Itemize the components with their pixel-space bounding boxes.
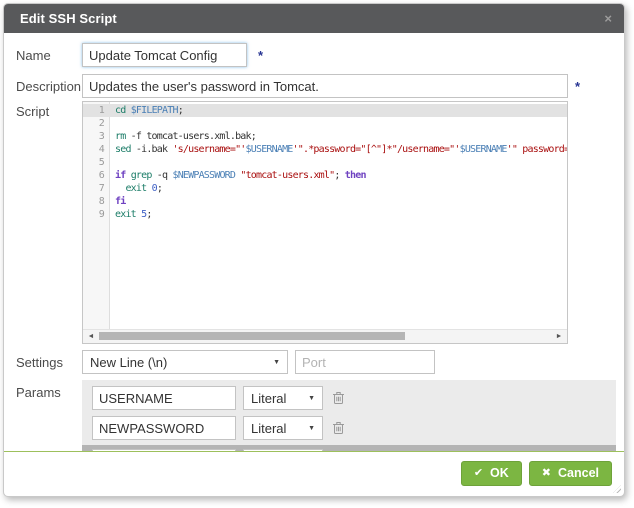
name-input[interactable]: [82, 43, 247, 67]
code-line[interactable]: 9exit 5;: [83, 208, 567, 221]
code-line[interactable]: 6if grep -q $NEWPASSWORD "tomcat-users.x…: [83, 169, 567, 182]
settings-row: Settings New Line (\n) ▼: [16, 350, 618, 374]
scroll-right-icon[interactable]: ►: [553, 330, 565, 342]
chevron-down-icon: ▼: [267, 359, 280, 366]
line-number: 4: [83, 143, 110, 156]
code-line[interactable]: 7 exit 0;: [83, 182, 567, 195]
editor-horizontal-scrollbar[interactable]: ◄ ►: [83, 329, 567, 343]
code-text: exit 0;: [110, 182, 567, 195]
code-text: cd $FILEPATH;: [110, 104, 567, 117]
code-line[interactable]: 4sed -i.bak 's/username="'$USERNAME'".*p…: [83, 143, 567, 156]
settings-label: Settings: [16, 355, 82, 370]
description-label: Description: [16, 79, 82, 94]
param-type-value: Literal: [251, 421, 286, 436]
line-number: 7: [83, 182, 110, 195]
code-text: [110, 156, 567, 169]
script-row: Script 1cd $FILEPATH;23rm -f tomcat-user…: [16, 101, 618, 344]
cancel-button-label: Cancel: [558, 466, 599, 480]
x-icon: ✖: [542, 468, 551, 479]
line-number: 5: [83, 156, 110, 169]
line-number: 2: [83, 117, 110, 130]
description-row: Description *: [16, 74, 618, 98]
trash-icon[interactable]: [332, 421, 345, 435]
code-line[interactable]: 5: [83, 156, 567, 169]
dialog-footer: ✔ OK ✖ Cancel: [4, 452, 624, 496]
ok-button[interactable]: ✔ OK: [461, 461, 522, 486]
check-icon: ✔: [474, 468, 483, 479]
script-code-editor[interactable]: 1cd $FILEPATH;23rm -f tomcat-users.xml.b…: [82, 101, 568, 344]
code-text: sed -i.bak 's/username="'$USERNAME'".*pa…: [110, 143, 567, 156]
line-number: 9: [83, 208, 110, 221]
script-label: Script: [16, 101, 82, 119]
param-name-input[interactable]: [92, 386, 236, 410]
name-label: Name: [16, 48, 82, 63]
line-number: 8: [83, 195, 110, 208]
param-name-input[interactable]: [92, 416, 236, 440]
code-text: if grep -q $NEWPASSWORD "tomcat-users.xm…: [110, 169, 567, 182]
line-number: 6: [83, 169, 110, 182]
params-rows: Literal ▼ Literal ▼: [82, 383, 616, 443]
params-panel: Literal▼Literal▼ Interpreted ▼ +: [82, 380, 616, 451]
line-ending-selected-value: New Line (\n): [90, 355, 167, 370]
dialog-body: Name * Description * Script 1cd $FILEPAT…: [4, 33, 624, 451]
description-required-asterisk: *: [575, 79, 580, 94]
chevron-down-icon: ▼: [302, 395, 315, 402]
name-row: Name *: [16, 41, 618, 67]
ok-button-label: OK: [490, 466, 509, 480]
description-input[interactable]: [82, 74, 568, 98]
code-text: [110, 117, 567, 130]
param-row: Literal ▼: [82, 383, 616, 413]
code-lines: 1cd $FILEPATH;23rm -f tomcat-users.xml.b…: [83, 102, 567, 221]
trash-icon[interactable]: [332, 391, 345, 405]
code-text: fi: [110, 195, 567, 208]
code-line[interactable]: 8fi: [83, 195, 567, 208]
param-type-select[interactable]: Literal ▼: [243, 386, 323, 410]
params-row: Params Literal▼Literal▼ Interpreted ▼ +: [16, 380, 618, 451]
dialog-title: Edit SSH Script: [20, 11, 117, 26]
name-required-asterisk: *: [258, 48, 263, 63]
code-line[interactable]: 2: [83, 117, 567, 130]
dialog-header: Edit SSH Script ×: [4, 4, 624, 33]
code-line[interactable]: 3rm -f tomcat-users.xml.bak;: [83, 130, 567, 143]
port-input[interactable]: [295, 350, 435, 374]
code-line[interactable]: 1cd $FILEPATH;: [83, 104, 567, 117]
params-label: Params: [16, 380, 82, 400]
code-text: rm -f tomcat-users.xml.bak;: [110, 130, 567, 143]
edit-ssh-script-dialog: Edit SSH Script × Name * Description * S…: [3, 3, 625, 497]
cancel-button[interactable]: ✖ Cancel: [529, 461, 612, 486]
code-text: exit 5;: [110, 208, 567, 221]
line-ending-select[interactable]: New Line (\n) ▼: [82, 350, 288, 374]
line-number: 1: [83, 104, 110, 117]
param-type-select[interactable]: Literal ▼: [243, 416, 323, 440]
param-row: Literal ▼: [82, 413, 616, 443]
scrollbar-thumb[interactable]: [99, 332, 405, 340]
close-icon[interactable]: ×: [604, 12, 612, 25]
scroll-left-icon[interactable]: ◄: [85, 330, 97, 342]
param-type-value: Literal: [251, 391, 286, 406]
line-number: 3: [83, 130, 110, 143]
chevron-down-icon: ▼: [302, 425, 315, 432]
